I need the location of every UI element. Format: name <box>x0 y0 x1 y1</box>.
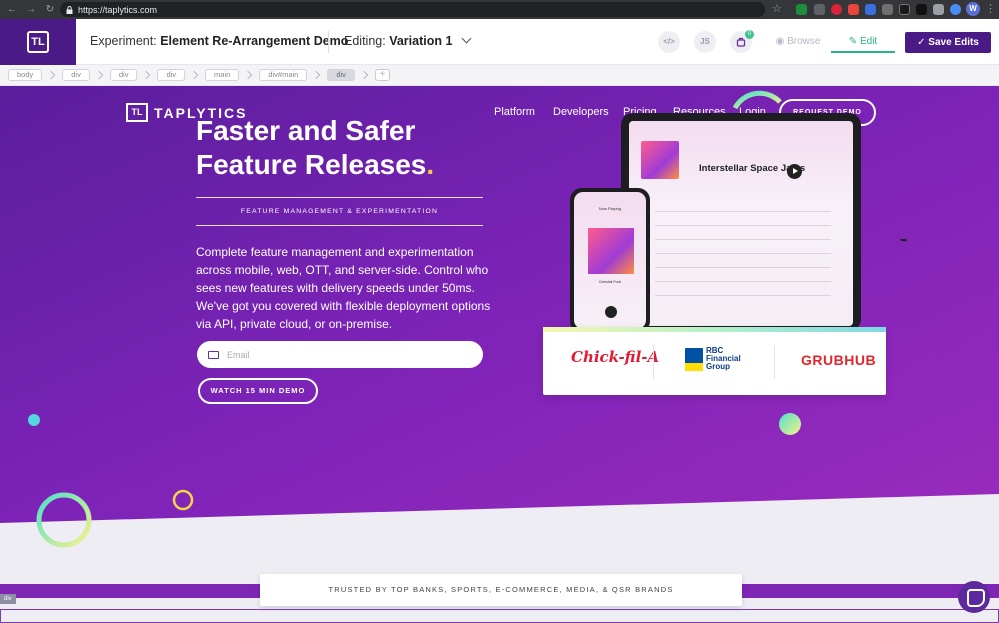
url-text: https://taplytics.com <box>78 4 158 15</box>
save-edits-button[interactable]: ✓ Save Edits <box>905 32 991 53</box>
email-input[interactable] <box>227 349 457 360</box>
logo-divider <box>653 345 654 379</box>
tl-logo-icon: TL <box>27 31 49 53</box>
edit-mode-button[interactable]: ✎ Edit <box>831 33 895 53</box>
crumb-separator-icon <box>47 70 56 80</box>
hero-description: Complete feature management and experime… <box>196 245 491 331</box>
lock-icon <box>66 5 73 14</box>
crumb-separator-icon <box>189 70 199 80</box>
bookmark-star-icon[interactable]: ☆ <box>772 3 784 15</box>
reload-icon[interactable]: ↻ <box>43 3 57 17</box>
editor-toolbar: TL Experiment: Element Re-Arrangement De… <box>0 19 999 65</box>
check-icon: ✓ <box>917 37 926 48</box>
watch-demo-button[interactable]: WATCH 15 MIN DEMO <box>198 378 318 404</box>
crumb-div-main[interactable]: div#main <box>259 69 308 81</box>
code-button[interactable]: </> <box>658 31 680 53</box>
extension-dark-icon[interactable] <box>916 4 927 15</box>
chickfila-logo: Chick-fil-A <box>571 348 660 366</box>
phone-now-playing: Now Playing <box>598 206 622 211</box>
nav-developers[interactable]: Developers <box>553 106 609 118</box>
extension-tl-icon[interactable] <box>899 4 910 15</box>
selected-element-tag: div <box>0 594 16 604</box>
browse-mode-button[interactable]: ◉ Browse <box>768 33 828 51</box>
chevron-down-icon <box>461 33 472 44</box>
taplytics-mark-icon: TL <box>126 103 148 122</box>
crumb-separator-icon <box>312 70 321 80</box>
subtitle-rule <box>196 197 483 198</box>
track-row <box>655 253 831 254</box>
tablet-mockup: Interstellar Space Jams <box>621 113 861 331</box>
experiment-name: Element Re-Arrangement Demo <box>160 34 349 48</box>
crumb-div[interactable]: div <box>157 69 186 81</box>
profile-avatar[interactable]: W <box>966 2 980 16</box>
crumb-separator-icon <box>359 70 369 80</box>
phone-play-icon <box>605 306 617 318</box>
js-button[interactable]: JS <box>694 31 716 53</box>
envelope-icon <box>208 350 219 359</box>
tablet-screen: Interstellar Space Jams <box>629 121 853 326</box>
track-row <box>655 211 831 212</box>
customer-logo-card: Chick-fil-A RBC Financial Group GRUBHUB <box>543 327 886 395</box>
trusted-by-banner: TRUSTED BY TOP BANKS, SPORTS, E-COMMERCE… <box>260 574 742 606</box>
kebab-menu-icon[interactable]: ⋮ <box>985 2 996 16</box>
hero-subtitle: FEATURE MANAGEMENT & EXPERIMENTATION <box>240 208 439 215</box>
logo-divider <box>774 345 775 379</box>
crumb-div[interactable]: div <box>62 69 90 81</box>
toolbar-divider <box>328 31 329 53</box>
pencil-icon: ✎ <box>848 36 858 47</box>
play-icon <box>787 164 802 179</box>
track-row <box>655 239 831 240</box>
website-hero: TL TAPLYTICS Platform Developers Pricing… <box>0 86 999 623</box>
variation-dropdown[interactable]: Editing: Variation 1 <box>344 33 472 48</box>
browser-toolbar: ← → ↻ https://taplytics.com ☆ W ⋮ <box>0 0 999 19</box>
card-stripe <box>543 327 886 332</box>
email-field[interactable] <box>197 341 483 368</box>
address-bar[interactable]: https://taplytics.com <box>60 2 765 17</box>
forward-icon[interactable]: → <box>24 3 38 17</box>
album-art <box>641 141 679 179</box>
taplytics-logo[interactable]: TL <box>0 19 76 65</box>
track-row <box>655 281 831 282</box>
grubhub-logo: GRUBHUB <box>801 352 877 368</box>
crumb-separator-icon <box>142 70 151 80</box>
dom-breadcrumb: body div div div main div#main div + <box>0 65 999 86</box>
track-row <box>655 267 831 268</box>
variation-name: Variation 1 <box>389 34 453 48</box>
selected-element-outline[interactable] <box>0 609 999 623</box>
crumb-expand-icon[interactable]: + <box>374 69 390 81</box>
chat-bubble-icon[interactable] <box>958 581 990 613</box>
crumb-main[interactable]: main <box>205 69 240 81</box>
crumb-separator-icon <box>94 70 104 80</box>
phone-album-art <box>588 228 634 274</box>
crumb-div[interactable]: div <box>109 69 138 81</box>
extension-circle-icon[interactable] <box>950 4 961 15</box>
subtitle-rule <box>196 225 483 226</box>
extension-red-icon[interactable] <box>848 4 859 15</box>
pinterest-icon[interactable] <box>831 4 842 15</box>
extension-blue-icon[interactable] <box>865 4 876 15</box>
eye-icon: ◉ <box>775 36 785 47</box>
puzzle-icon[interactable] <box>933 4 944 15</box>
extension-gray-icon[interactable] <box>814 4 825 15</box>
experiment-title: Experiment: Element Re-Arrangement Demo <box>90 34 349 48</box>
extension-star-icon[interactable] <box>882 4 893 15</box>
crumb-div-selected[interactable]: div <box>327 69 355 81</box>
phone-screen: Now Playing Celestial Funk <box>574 192 646 329</box>
flask-icon <box>736 37 746 47</box>
phone-mockup: Now Playing Celestial Funk <box>570 188 650 333</box>
rbc-shield-icon <box>685 348 703 371</box>
extension-green-icon[interactable] <box>796 4 807 15</box>
track-row <box>655 295 831 296</box>
rbc-logo: RBC Financial Group <box>706 346 741 371</box>
phone-track-name: Celestial Funk <box>598 280 622 284</box>
hero-headline: Faster and Safer Feature Releases. <box>196 115 435 180</box>
back-icon[interactable]: ← <box>5 3 19 17</box>
notification-badge: 0 <box>745 30 754 39</box>
crumb-body[interactable]: body <box>8 69 43 81</box>
crumb-separator-icon <box>244 70 253 80</box>
mouse-cursor-icon: ➥ <box>900 235 908 245</box>
track-row <box>655 225 831 226</box>
